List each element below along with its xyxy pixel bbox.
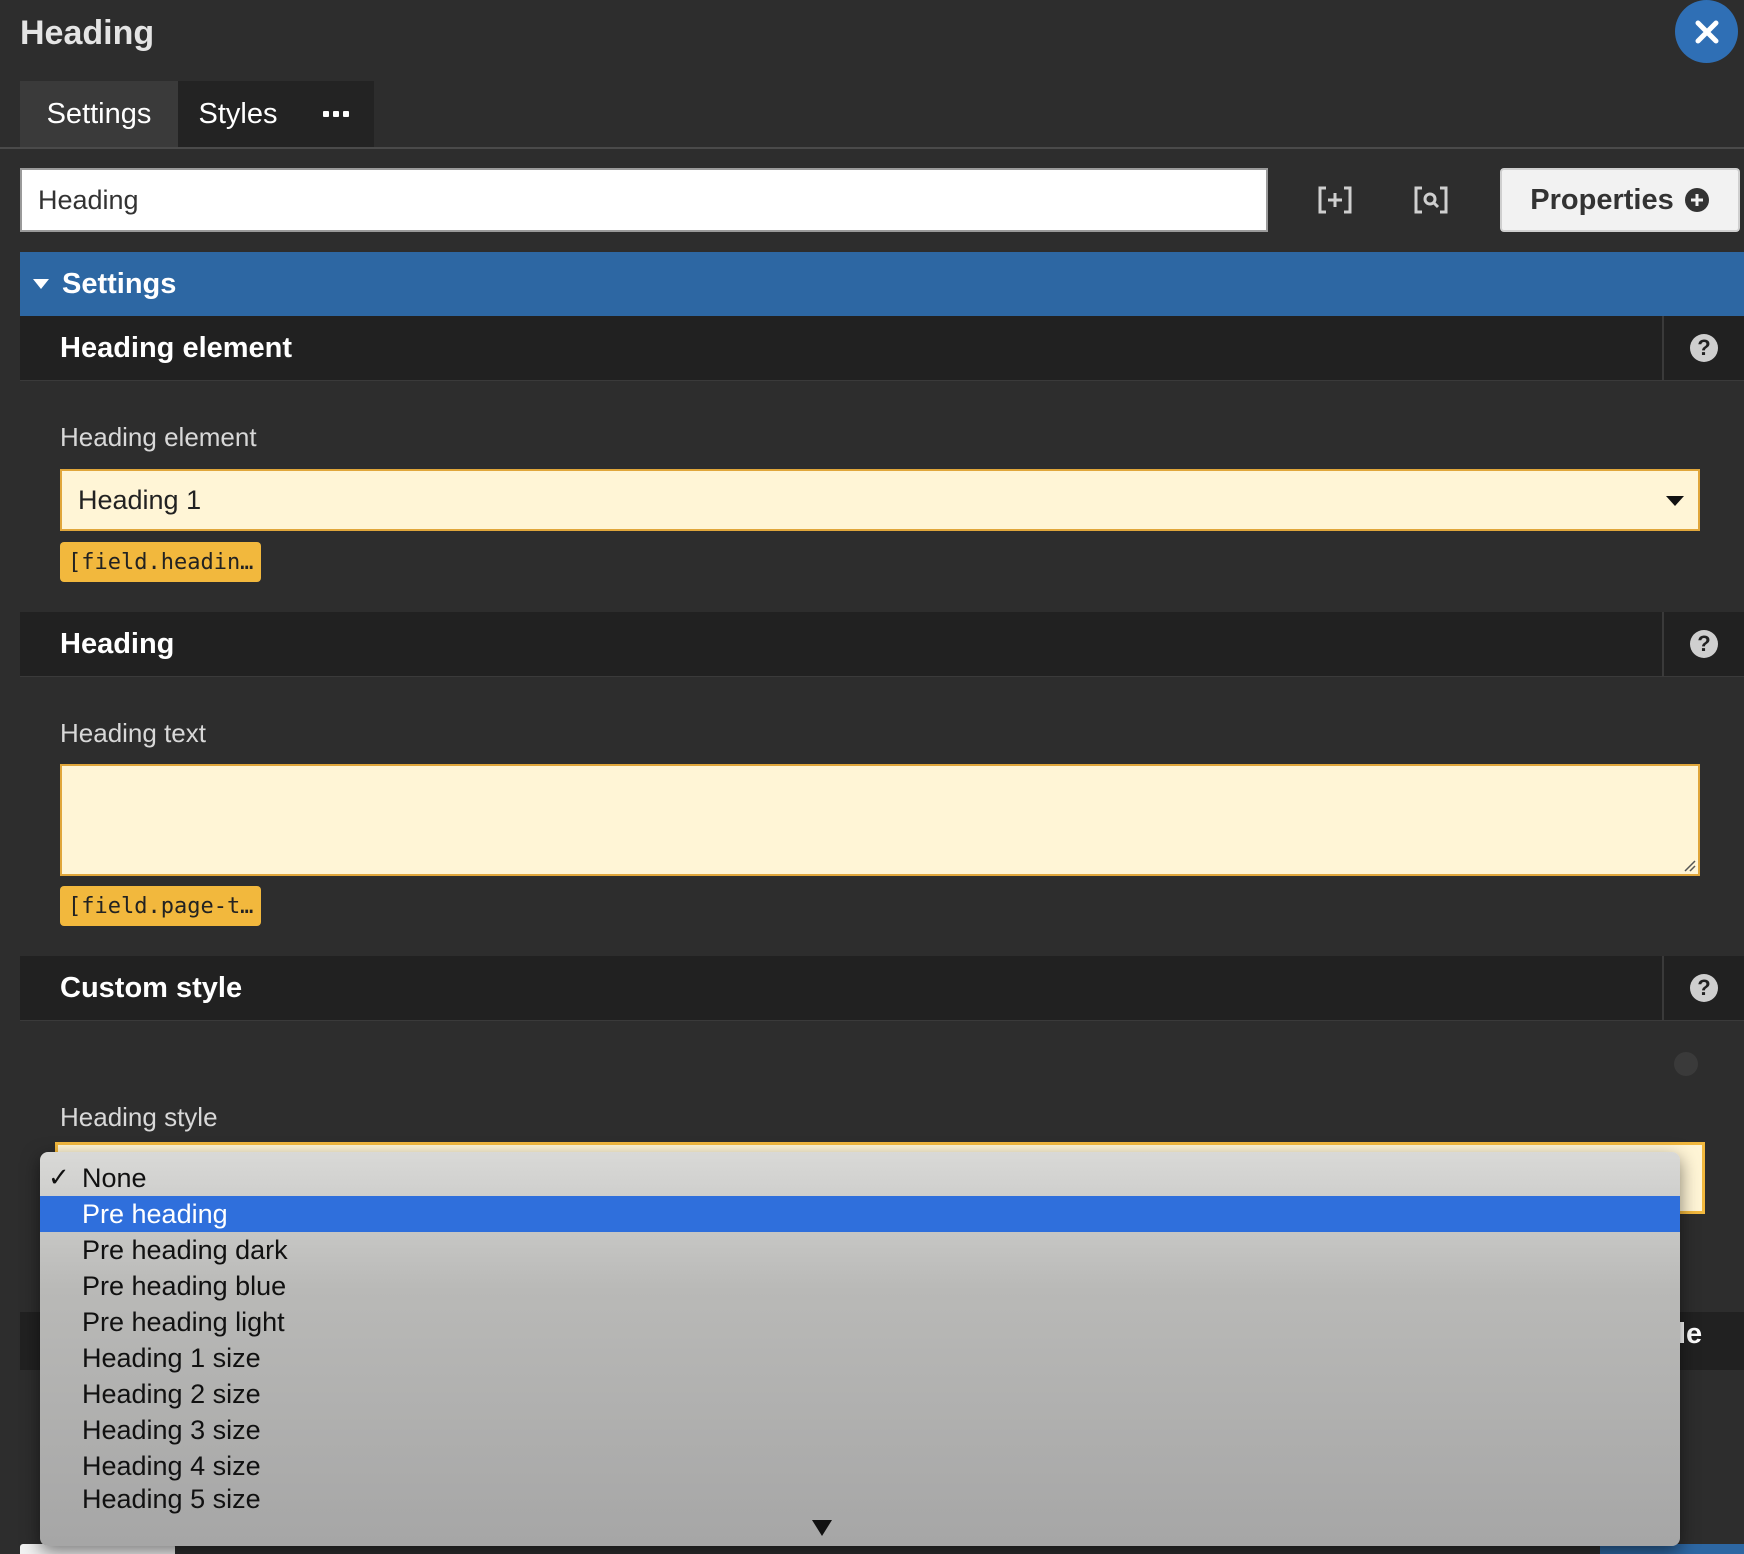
search-element-icon[interactable] [1407, 178, 1455, 222]
close-icon [1695, 20, 1718, 43]
caret-down-icon [33, 279, 49, 289]
help-button[interactable]: ? [1662, 956, 1744, 1020]
dropdown-option[interactable]: Heading 1 size [40, 1340, 1680, 1376]
tab-more-button[interactable] [298, 81, 374, 147]
section-title-partial: le [1678, 1318, 1703, 1350]
dropdown-option[interactable]: Pre heading light [40, 1304, 1680, 1340]
section-heading-element: Heading element ? [20, 316, 1744, 381]
element-name-input[interactable] [20, 168, 1268, 232]
resize-handle-icon[interactable] [1682, 858, 1696, 872]
heading-text-textarea[interactable] [60, 764, 1700, 876]
clear-icon[interactable] [1674, 1052, 1698, 1076]
dropdown-option[interactable]: Pre heading blue [40, 1268, 1680, 1304]
heading-element-select[interactable]: Heading 1 [60, 469, 1700, 531]
help-button[interactable]: ? [1662, 612, 1744, 676]
select-value: Heading 1 [78, 484, 202, 515]
dropdown-option[interactable]: Heading 4 size [40, 1448, 1680, 1484]
help-icon: ? [1690, 630, 1718, 658]
section-title: Heading [60, 627, 175, 660]
scroll-down-arrow-icon[interactable] [812, 1520, 832, 1536]
dropdown-option-highlighted[interactable]: Pre heading [40, 1196, 1680, 1232]
help-icon: ? [1690, 974, 1718, 1002]
expand-icon[interactable] [1311, 178, 1359, 222]
panel-title: Heading [20, 14, 155, 52]
dropdown-option[interactable]: Heading 5 size [40, 1484, 1680, 1514]
settings-collapse-header[interactable]: Settings [20, 252, 1744, 316]
tab-styles[interactable]: Styles [178, 81, 298, 147]
dropdown-option[interactable]: Pre heading dark [40, 1232, 1680, 1268]
more-dots-icon [323, 111, 349, 117]
checkmark-icon: ✓ [48, 1162, 70, 1192]
field-label: Heading element [60, 422, 257, 452]
chevron-down-icon [1666, 496, 1684, 506]
tab-settings[interactable]: Settings [20, 81, 178, 147]
help-icon: ? [1690, 334, 1718, 362]
section-title: Custom style [60, 971, 243, 1004]
dropdown-option[interactable]: Heading 3 size [40, 1412, 1680, 1448]
close-button[interactable] [1675, 0, 1738, 63]
properties-button[interactable]: Properties [1500, 168, 1740, 232]
settings-section-title: Settings [62, 267, 177, 300]
section-title: Heading element [60, 331, 293, 364]
dropdown-option[interactable]: ✓ None [40, 1160, 1680, 1196]
heading-style-dropdown: ✓ None Pre heading Pre heading dark Pre … [40, 1152, 1680, 1546]
section-heading: Heading ? [20, 612, 1744, 677]
section-custom-style: Custom style ? [20, 956, 1744, 1021]
dynamic-field-token[interactable]: [field.headin… [60, 542, 262, 582]
field-label: Heading style [60, 1102, 218, 1132]
help-button[interactable]: ? [1662, 316, 1744, 380]
dropdown-option[interactable]: Heading 2 size [40, 1376, 1680, 1412]
field-label: Heading text [60, 718, 206, 748]
dynamic-field-token[interactable]: [field.page-t… [60, 886, 262, 926]
properties-label: Properties [1530, 183, 1674, 216]
plus-circle-icon [1684, 188, 1709, 212]
